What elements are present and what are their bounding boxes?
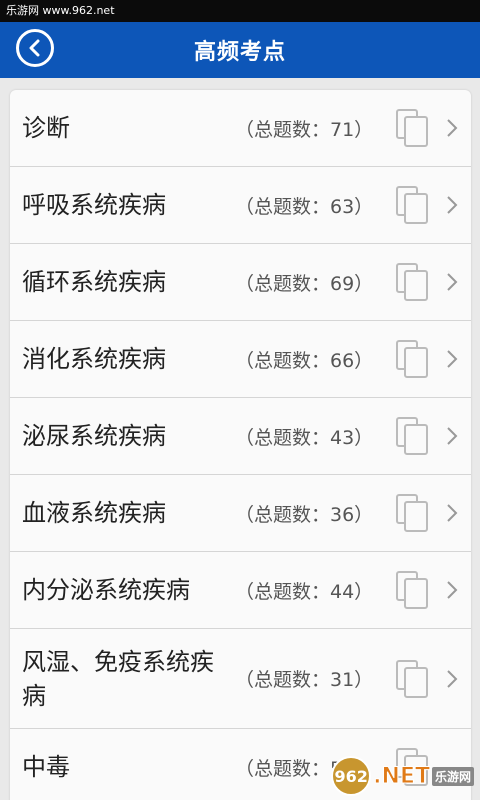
list-item-endocrine[interactable]: 内分泌系统疾病 （总题数：44） (10, 552, 471, 629)
status-bar-text: 乐游网 www.962.net (6, 4, 115, 17)
watermark-text: .NET (373, 763, 431, 789)
document-copy-icon (396, 417, 428, 455)
list-item-count: （总题数：36） (235, 503, 374, 526)
header: 高频考点 (0, 22, 480, 78)
chevron-right-icon (447, 196, 458, 214)
back-button[interactable] (16, 29, 54, 67)
list-item-urinary[interactable]: 泌尿系统疾病 （总题数：43） (10, 398, 471, 475)
document-copy-icon (396, 340, 428, 378)
watermark-logo: 962 .NET 乐游网 (331, 756, 474, 796)
page-title: 高频考点 (193, 40, 286, 65)
list-item-title: 泌尿系统疾病 (22, 422, 166, 450)
document-copy-icon (396, 186, 428, 224)
chevron-left-icon (29, 39, 40, 57)
list-item-count: （总题数：71） (235, 118, 374, 141)
list-item-title: 血液系统疾病 (22, 499, 166, 527)
list-item-count: （总题数：69） (235, 272, 374, 295)
document-copy-icon (396, 659, 428, 698)
chevron-right-icon (447, 581, 458, 599)
list-item-count: （总题数：66） (235, 349, 374, 372)
watermark-circle: 962 (331, 756, 372, 796)
list-item-title: 循环系统疾病 (22, 268, 166, 296)
list-item-title: 风湿、免疫系统疾病 (22, 647, 214, 710)
list-item-count: （总题数：31） (235, 669, 374, 691)
document-copy-icon (396, 109, 428, 147)
list-item-blood[interactable]: 血液系统疾病 （总题数：36） (10, 475, 471, 552)
chevron-right-icon (447, 669, 458, 688)
list-item-title: 呼吸系统疾病 (22, 191, 166, 219)
list-item-rheumatic-immune[interactable]: 风湿、免疫系统疾病 （总题数：31） (10, 629, 471, 729)
watermark-sub: 乐游网 (431, 766, 474, 786)
list-item-title: 中毒 (22, 753, 70, 781)
chevron-right-icon (447, 119, 458, 137)
document-copy-icon (396, 263, 428, 301)
chevron-right-icon (447, 427, 458, 445)
list-item-count: （总题数：43） (235, 426, 374, 449)
list-item-title: 内分泌系统疾病 (22, 576, 190, 604)
list-item-circulatory[interactable]: 循环系统疾病 （总题数：69） (10, 244, 471, 321)
document-copy-icon (396, 571, 428, 609)
chevron-right-icon (447, 273, 458, 291)
topic-list: 诊断 （总题数：71） 呼吸系统疾病 （总题数：63） 循环系统疾病 （总题数：… (10, 90, 471, 800)
list-item-count: （总题数：63） (235, 195, 374, 218)
list-item-count: （总题数：5 (235, 757, 343, 780)
list-item-count: （总题数：44） (235, 580, 374, 603)
list-item-title: 消化系统疾病 (22, 345, 166, 373)
list-item-title: 诊断 (22, 114, 70, 142)
list-item-respiratory[interactable]: 呼吸系统疾病 （总题数：63） (10, 167, 471, 244)
chevron-right-icon (447, 504, 458, 522)
list-item-diagnosis[interactable]: 诊断 （总题数：71） (10, 90, 471, 167)
document-copy-icon (396, 494, 428, 532)
status-bar: 乐游网 www.962.net (0, 0, 480, 22)
chevron-right-icon (447, 350, 458, 368)
list-item-digestive[interactable]: 消化系统疾病 （总题数：66） (10, 321, 471, 398)
